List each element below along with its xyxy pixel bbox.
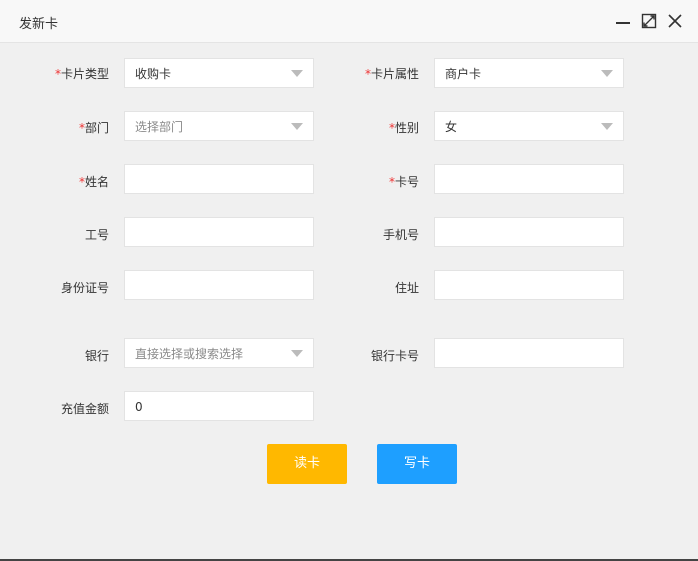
id-no-label: 身份证号 <box>60 281 109 295</box>
read-card-button[interactable]: 读卡 <box>267 444 347 484</box>
card-attr-select[interactable]: 商户卡 <box>434 58 624 88</box>
card-no-label: *卡号 <box>388 175 419 189</box>
address-label: 住址 <box>394 281 419 295</box>
recharge-amount-input[interactable]: 0 <box>124 391 314 421</box>
bank-card-no-input[interactable] <box>434 338 624 368</box>
address-input[interactable] <box>434 270 624 300</box>
id-no-input[interactable] <box>124 270 314 300</box>
department-label: *部门 <box>78 121 109 135</box>
card-attr-label: *卡片属性 <box>364 67 419 81</box>
write-card-button[interactable]: 写卡 <box>377 444 457 484</box>
phone-label: 手机号 <box>382 228 419 242</box>
close-icon[interactable] <box>667 13 683 29</box>
title-bar: 发新卡 <box>0 0 698 43</box>
card-no-input[interactable] <box>434 164 624 194</box>
bank-select[interactable]: 直接选择或搜索选择 <box>124 338 314 368</box>
department-select[interactable]: 选择部门 <box>124 111 314 141</box>
phone-input[interactable] <box>434 217 624 247</box>
employee-id-label: 工号 <box>84 228 109 242</box>
card-type-label: *卡片类型 <box>54 67 109 81</box>
employee-id-input[interactable] <box>124 217 314 247</box>
gender-label: *性别 <box>388 121 419 135</box>
name-label: *姓名 <box>78 175 109 189</box>
recharge-label: 充值金额 <box>60 402 109 416</box>
bank-label: 银行 <box>84 349 109 363</box>
window-title: 发新卡 <box>19 17 59 32</box>
bank-card-no-label: 银行卡号 <box>370 349 419 363</box>
minimize-icon[interactable] <box>615 13 631 29</box>
gender-select[interactable]: 女 <box>434 111 624 141</box>
maximize-icon[interactable] <box>641 13 657 29</box>
card-type-select[interactable]: 收购卡 <box>124 58 314 88</box>
name-input[interactable] <box>124 164 314 194</box>
